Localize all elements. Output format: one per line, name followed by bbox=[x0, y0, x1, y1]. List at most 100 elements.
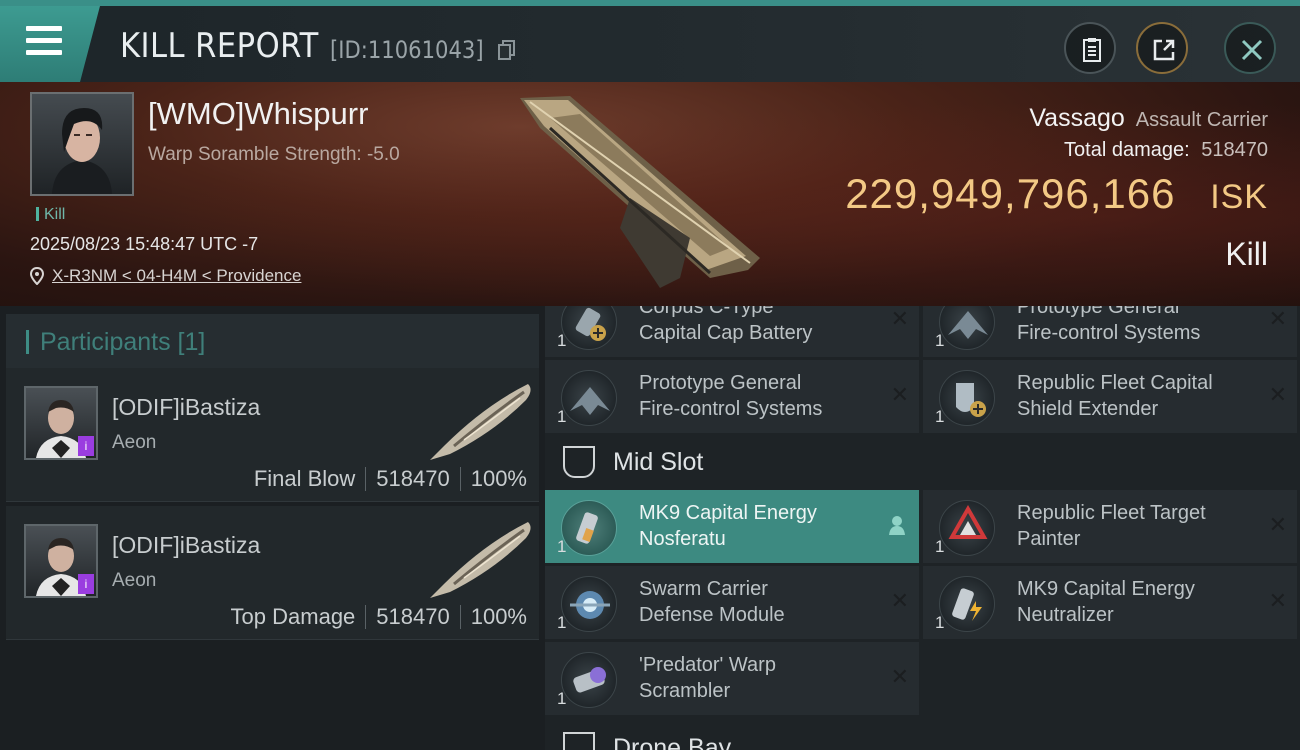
module-item[interactable]: 1 MK9 Capital Energy Neutralizer ✕ bbox=[923, 566, 1297, 639]
module-item[interactable]: 1 Republic Fleet Capital Shield Extender… bbox=[923, 360, 1297, 433]
participant-card[interactable]: i [ODIF]iBastiza Aeon Final Blow 518470 … bbox=[6, 368, 539, 502]
fitting-list[interactable]: 1 Corpus C-Type Capital Cap Battery ✕ 1 … bbox=[545, 306, 1300, 750]
mid-slot-title: Mid Slot bbox=[613, 448, 704, 476]
page-title: KILL REPORT bbox=[120, 26, 319, 66]
module-quantity: 1 bbox=[935, 407, 945, 426]
participant-role: Final Blow bbox=[253, 466, 356, 491]
destroyed-mark: ✕ bbox=[890, 664, 909, 689]
close-icon bbox=[1241, 39, 1263, 61]
isk-value: 229,949,796,166 ISK bbox=[845, 170, 1268, 218]
module-item[interactable]: 1 Corpus C-Type Capital Cap Battery ✕ bbox=[545, 306, 919, 357]
module-item[interactable]: 1 'Predator' Warp Scrambler ✕ bbox=[545, 642, 919, 715]
module-quantity: 1 bbox=[557, 331, 567, 350]
module-quantity: 1 bbox=[557, 613, 567, 632]
module-name: MK9 Capital Energy Neutralizer bbox=[1017, 578, 1195, 626]
module-item[interactable]: 1 Swarm Carrier Defense Module ✕ bbox=[545, 566, 919, 639]
close-button[interactable] bbox=[1224, 22, 1276, 74]
kill-location[interactable]: X-R3NM < 04-H4M < Providence bbox=[30, 266, 301, 286]
victim-ship-image bbox=[520, 96, 760, 288]
clipboard-button[interactable] bbox=[1064, 22, 1116, 74]
participant-damage: 518470 bbox=[376, 466, 450, 491]
destroyed-mark: ✕ bbox=[1268, 382, 1287, 407]
defense-module-icon bbox=[561, 576, 617, 632]
share-icon bbox=[1153, 39, 1175, 61]
module-item[interactable]: 1 Prototype General Fire-control Systems… bbox=[545, 360, 919, 433]
module-quantity: 1 bbox=[557, 689, 567, 708]
isk-unit: ISK bbox=[1210, 178, 1268, 216]
module-name: 'Predator' Warp Scrambler bbox=[639, 654, 776, 702]
participant-card[interactable]: i [ODIF]iBastiza Aeon Top Damage 518470 … bbox=[6, 506, 539, 640]
fire-control-icon bbox=[939, 306, 995, 350]
participant-stats: Top Damage 518470 100% bbox=[231, 604, 527, 630]
participant-ship: Aeon bbox=[112, 570, 157, 591]
participant-ship-image bbox=[430, 522, 531, 598]
participant-percent: 100% bbox=[470, 604, 527, 629]
destroyed-mark: ✕ bbox=[1268, 306, 1287, 331]
destroyed-mark: ✕ bbox=[890, 382, 909, 407]
module-item[interactable]: 1 Prototype General Fire-control Systems… bbox=[923, 306, 1297, 357]
participant-damage: 518470 bbox=[376, 604, 450, 629]
module-name: Republic Fleet Capital Shield Extender bbox=[1017, 372, 1213, 420]
victim-portrait[interactable] bbox=[30, 92, 134, 196]
total-damage-value: 518470 bbox=[1201, 139, 1268, 161]
participant-ship: Aeon bbox=[112, 432, 157, 453]
victim-name[interactable]: [WMO]Whispurr bbox=[148, 96, 368, 132]
dropped-pilot-icon bbox=[889, 516, 905, 535]
module-name: Corpus C-Type Capital Cap Battery bbox=[639, 306, 813, 344]
participant-role: Top Damage bbox=[230, 604, 356, 629]
module-name: MK9 Capital Energy Nosferatu bbox=[639, 502, 817, 550]
participants-header: Participants [1] bbox=[6, 314, 539, 370]
result-label: Kill bbox=[1225, 236, 1268, 272]
participant-avatar[interactable]: i bbox=[24, 524, 98, 598]
participants-panel: Participants [1] i [ODIF]iBastiza Aeon F… bbox=[0, 306, 545, 750]
module-item[interactable]: 1 Republic Fleet Target Painter ✕ bbox=[923, 490, 1297, 563]
location-pin-icon bbox=[30, 267, 44, 285]
menu-button[interactable] bbox=[0, 6, 100, 82]
menu-icon bbox=[26, 26, 62, 56]
total-damage-label: Total damage: bbox=[1064, 139, 1190, 161]
drone-bay-header: Drone Bay bbox=[545, 720, 1300, 750]
victim-banner: [WMO]Whispurr Warp Soramble Strength: -5… bbox=[0, 82, 1300, 306]
cap-battery-icon bbox=[561, 306, 617, 350]
mid-slot-icon bbox=[563, 446, 595, 478]
warp-scramble-strength: Warp Soramble Strength: -5.0 bbox=[148, 144, 400, 165]
info-badge[interactable]: i bbox=[78, 574, 94, 594]
clipboard-icon bbox=[1083, 38, 1101, 62]
isk-amount: 229,949,796,166 bbox=[845, 170, 1176, 217]
module-quantity: 1 bbox=[935, 331, 945, 350]
destroyed-mark: ✕ bbox=[1268, 588, 1287, 613]
participant-percent: 100% bbox=[470, 466, 527, 491]
ship-class: Assault Carrier bbox=[1135, 109, 1268, 131]
stat-divider bbox=[459, 605, 461, 629]
target-painter-icon bbox=[939, 500, 995, 556]
stat-divider bbox=[365, 605, 367, 629]
section-marker bbox=[26, 330, 29, 354]
module-quantity: 1 bbox=[935, 537, 945, 556]
info-badge[interactable]: i bbox=[78, 436, 94, 456]
kill-tag: Kill bbox=[36, 206, 65, 224]
module-name: Swarm Carrier Defense Module bbox=[639, 578, 785, 626]
fire-control-icon bbox=[561, 370, 617, 426]
destroyed-mark: ✕ bbox=[890, 306, 909, 331]
module-name: Republic Fleet Target Painter bbox=[1017, 502, 1206, 550]
destroyed-mark: ✕ bbox=[890, 588, 909, 613]
report-id: [ID:11061043] bbox=[330, 36, 484, 64]
participant-name[interactable]: [ODIF]iBastiza bbox=[112, 394, 260, 421]
participant-name[interactable]: [ODIF]iBastiza bbox=[112, 532, 260, 559]
neutralizer-icon bbox=[939, 576, 995, 632]
module-quantity: 1 bbox=[557, 537, 567, 556]
total-damage: Total damage: 518470 bbox=[845, 139, 1268, 162]
victim-summary: Vassago Assault Carrier Total damage: 51… bbox=[845, 104, 1268, 273]
share-button[interactable] bbox=[1136, 22, 1188, 74]
destroyed-mark: ✕ bbox=[1268, 512, 1287, 537]
top-bar: KILL REPORT [ID:11061043] bbox=[0, 0, 1300, 82]
module-item-selected[interactable]: 1 MK9 Capital Energy Nosferatu bbox=[545, 490, 919, 563]
copy-icon[interactable] bbox=[498, 40, 516, 60]
module-quantity: 1 bbox=[557, 407, 567, 426]
location-link[interactable]: X-R3NM < 04-H4M < Providence bbox=[52, 266, 301, 286]
participants-title: Participants [1] bbox=[40, 328, 206, 356]
module-name: Prototype General Fire-control Systems bbox=[1017, 306, 1201, 344]
drone-bay-title: Drone Bay bbox=[613, 734, 732, 750]
participant-avatar[interactable]: i bbox=[24, 386, 98, 460]
ship-name[interactable]: Vassago bbox=[1029, 104, 1124, 132]
